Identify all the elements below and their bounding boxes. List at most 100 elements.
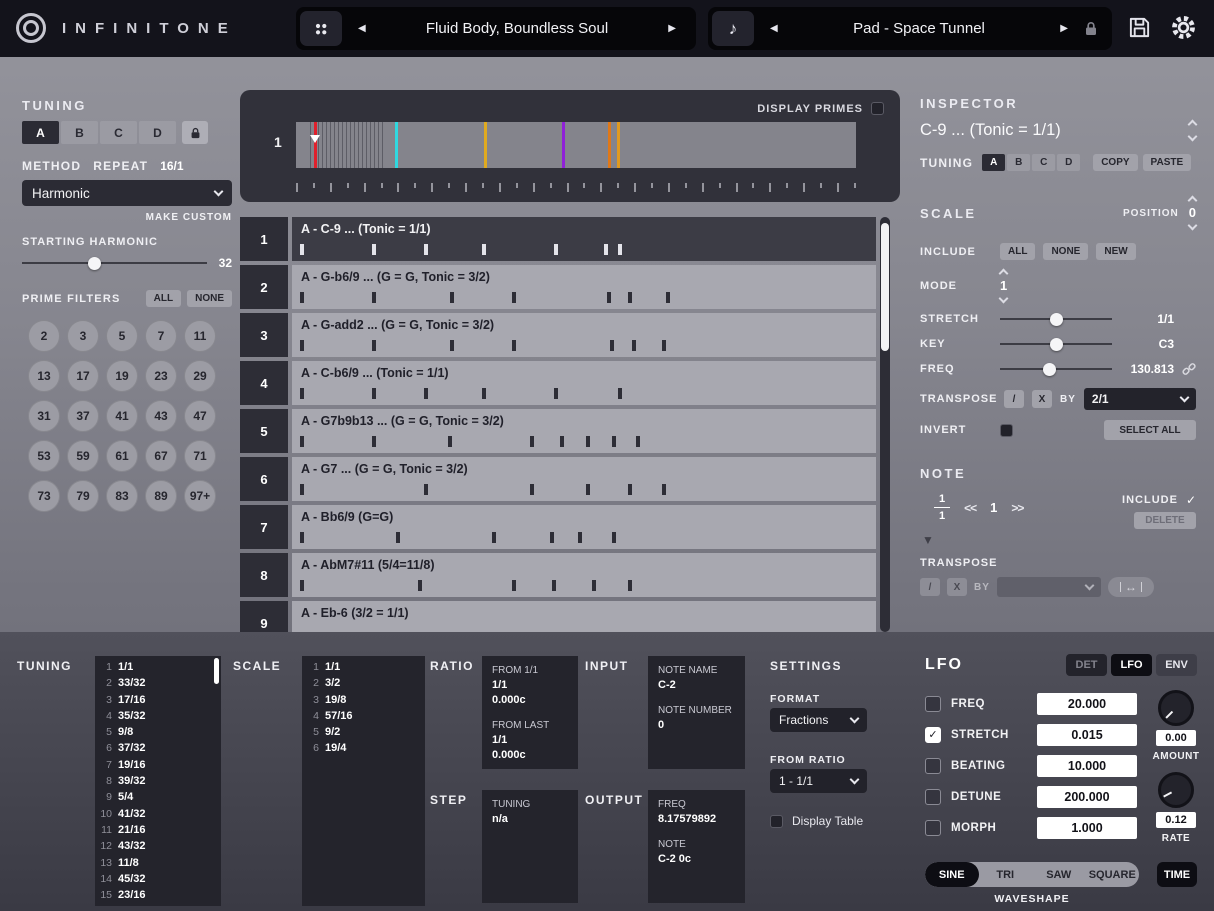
pitch-marker[interactable]: [617, 122, 621, 168]
save-button[interactable]: [1128, 16, 1151, 39]
tuning-list-item[interactable]: 7 19/16: [95, 757, 221, 773]
scale-none-button[interactable]: NONE: [1043, 243, 1089, 260]
sound-lock-button[interactable]: [1084, 21, 1098, 36]
inspector-tuning-tab-d[interactable]: D: [1057, 154, 1081, 171]
starting-harmonic-slider[interactable]: [22, 256, 207, 270]
key-freq-link-button[interactable]: [1182, 362, 1196, 376]
freq-slider[interactable]: [1000, 362, 1112, 376]
lfo-tab-lfo[interactable]: LFO: [1111, 654, 1152, 676]
note-include-check-icon[interactable]: ✓: [1186, 493, 1196, 507]
paste-button[interactable]: PASTE: [1142, 154, 1192, 171]
row-number-1[interactable]: 1: [240, 217, 288, 261]
prime-filter-29[interactable]: 29: [184, 360, 216, 392]
playhead-marker[interactable]: [313, 122, 317, 168]
note-prev-button[interactable]: <<: [964, 501, 977, 515]
lfo-tab-env[interactable]: ENV: [1156, 654, 1197, 676]
sound-next-button[interactable]: ▶: [1060, 23, 1068, 34]
sequence-row-8[interactable]: 8 A - AbM7#11 (5/4=11/8): [240, 553, 876, 597]
copy-button[interactable]: COPY: [1093, 154, 1138, 171]
display-primes-checkbox[interactable]: [871, 102, 884, 115]
sequence-row-6[interactable]: 6 A - G7 ... (G = G, Tonic = 3/2): [240, 457, 876, 501]
sound-browser-button[interactable]: ♪: [712, 11, 754, 46]
transpose-by-dropdown[interactable]: 2/1: [1083, 388, 1196, 410]
scale-list-item[interactable]: 5 9/2: [302, 724, 425, 740]
sequence-row-9[interactable]: 9 A - Eb-6 (3/2 = 1/1): [240, 601, 876, 632]
inspector-tuning-tab-a[interactable]: A: [982, 154, 1006, 171]
row-body[interactable]: A - Bb6/9 (G=G): [292, 505, 876, 549]
note-ratio[interactable]: 1 1: [934, 493, 951, 522]
amount-value[interactable]: 0.00: [1156, 730, 1196, 746]
tuning-list-item[interactable]: 9 5/4: [95, 789, 221, 805]
row-body[interactable]: A - AbM7#11 (5/4=11/8): [292, 553, 876, 597]
prime-filter-67[interactable]: 67: [145, 440, 177, 472]
repeat-value[interactable]: 16/1: [160, 159, 183, 173]
row-number-8[interactable]: 8: [240, 553, 288, 597]
note-transpose-dropdown[interactable]: [996, 577, 1101, 597]
row-number-5[interactable]: 5: [240, 409, 288, 453]
scale-ratio-list[interactable]: 1 1/1 2 3/2 3 19/8 4 57/16 5 9/2 6 19/4: [302, 656, 425, 906]
note-transpose-multiply-button[interactable]: X: [947, 578, 967, 596]
sound-prev-button[interactable]: ◀: [770, 23, 778, 34]
note-delete-button[interactable]: DELETE: [1134, 512, 1196, 529]
tuning-list-item[interactable]: 12 43/32: [95, 838, 221, 854]
method-dropdown[interactable]: Harmonic: [22, 180, 232, 206]
row-number-2[interactable]: 2: [240, 265, 288, 309]
prime-filter-47[interactable]: 47: [184, 400, 216, 432]
pitch-marker[interactable]: [607, 122, 611, 168]
sequence-row-1[interactable]: 1 A - C-9 ... (Tonic = 1/1): [240, 217, 876, 261]
pitch-marker[interactable]: [562, 122, 565, 168]
sequence-scrollbar[interactable]: [880, 217, 890, 632]
prime-filter-79[interactable]: 79: [67, 480, 99, 512]
invert-checkbox[interactable]: [1000, 423, 1013, 437]
stretch-slider[interactable]: [1000, 312, 1112, 326]
prime-filter-3[interactable]: 3: [67, 320, 99, 352]
prime-filter-41[interactable]: 41: [106, 400, 138, 432]
patch-prev-button[interactable]: ◀: [358, 23, 366, 34]
tuning-list-item[interactable]: 11 21/16: [95, 822, 221, 838]
note-next-button[interactable]: >>: [1011, 501, 1024, 515]
row-number-3[interactable]: 3: [240, 313, 288, 357]
rate-value[interactable]: 0.12: [1156, 812, 1196, 828]
inspector-tuning-tab-b[interactable]: B: [1007, 154, 1031, 171]
prime-filter-2[interactable]: 2: [28, 320, 60, 352]
sound-name[interactable]: Pad - Space Tunnel: [853, 20, 985, 37]
row-body[interactable]: A - G-b6/9 ... (G = G, Tonic = 3/2): [292, 265, 876, 309]
key-slider[interactable]: [1000, 337, 1112, 351]
lfo-morph-checkbox[interactable]: [925, 819, 941, 836]
position-spinner[interactable]: 0: [1187, 195, 1198, 231]
waveshape-square-button[interactable]: SQUARE: [1086, 862, 1140, 887]
patch-name[interactable]: Fluid Body, Boundless Soul: [426, 20, 608, 37]
sequence-row-5[interactable]: 5 A - G7b9b13 ... (G = G, Tonic = 3/2): [240, 409, 876, 453]
prime-filter-11[interactable]: 11: [184, 320, 216, 352]
note-swap-button[interactable]: ↔: [1107, 577, 1154, 597]
scale-list-item[interactable]: 2 3/2: [302, 675, 425, 691]
scale-all-button[interactable]: ALL: [1000, 243, 1036, 260]
time-button[interactable]: TIME: [1157, 862, 1197, 887]
tuning-list-item[interactable]: 8 39/32: [95, 773, 221, 789]
lfo-beating-input[interactable]: 10.000: [1037, 754, 1137, 777]
row-body[interactable]: A - C-9 ... (Tonic = 1/1): [292, 217, 876, 261]
tuning-list-item[interactable]: 5 9/8: [95, 724, 221, 740]
lfo-beating-checkbox[interactable]: [925, 757, 941, 774]
prime-filter-7[interactable]: 7: [145, 320, 177, 352]
lfo-stretch-input[interactable]: 0.015: [1037, 723, 1137, 746]
prime-filter-71[interactable]: 71: [184, 440, 216, 472]
mode-spinner[interactable]: 1: [998, 268, 1009, 304]
primes-none-button[interactable]: NONE: [187, 290, 232, 307]
scale-new-button[interactable]: NEW: [1096, 243, 1136, 260]
tuning-list-item[interactable]: 4 35/32: [95, 708, 221, 724]
tuning-tab-b[interactable]: B: [61, 121, 98, 144]
tuning-lock-button[interactable]: [182, 121, 208, 144]
row-number-9[interactable]: 9: [240, 601, 288, 632]
lfo-tab-det[interactable]: DET: [1066, 654, 1107, 676]
sequence-scrollbar-thumb[interactable]: [881, 223, 889, 351]
transpose-divide-button[interactable]: /: [1004, 390, 1024, 408]
prime-filter-89[interactable]: 89: [145, 480, 177, 512]
inspector-tuning-tab-c[interactable]: C: [1032, 154, 1056, 171]
note-transpose-divide-button[interactable]: /: [920, 578, 940, 596]
scale-list-item[interactable]: 6 19/4: [302, 740, 425, 756]
tuning-list-item[interactable]: 1 1/1: [95, 659, 221, 675]
tuning-list-item[interactable]: 6 37/32: [95, 740, 221, 756]
waveshape-saw-button[interactable]: SAW: [1032, 862, 1086, 887]
amount-knob[interactable]: [1158, 690, 1194, 726]
